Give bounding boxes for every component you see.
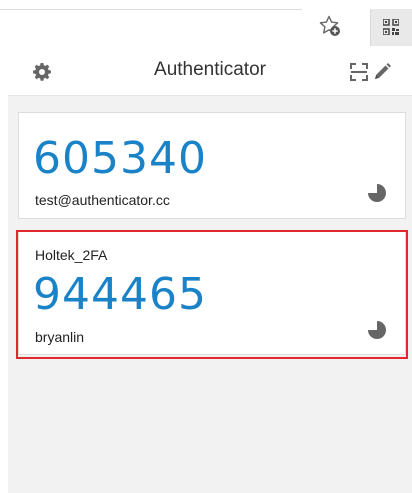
timer-pie-icon: [367, 183, 387, 203]
list-item[interactable]: 605340 test@authenticator.cc: [18, 112, 406, 219]
account-name: bryanlin: [35, 329, 85, 345]
otp-code[interactable]: 605340: [33, 133, 207, 184]
star-plus-icon[interactable]: [318, 14, 342, 38]
address-bar-edge: [0, 9, 302, 47]
otp-code[interactable]: 944465: [33, 269, 207, 320]
list-item[interactable]: Holtek_2FA 944465 bryanlin: [18, 230, 406, 355]
pencil-icon[interactable]: [372, 62, 392, 82]
issuer-name: Holtek_2FA: [35, 247, 108, 263]
timer-pie-icon: [367, 320, 387, 340]
account-name: test@authenticator.cc: [35, 192, 170, 208]
scan-icon[interactable]: [350, 63, 368, 81]
qr-code-icon[interactable]: [370, 9, 412, 46]
popup-header: Authenticator: [8, 46, 412, 96]
authenticator-popup: Authenticator 605340 test@authenticator.…: [8, 46, 412, 493]
browser-toolbar: [0, 0, 412, 47]
